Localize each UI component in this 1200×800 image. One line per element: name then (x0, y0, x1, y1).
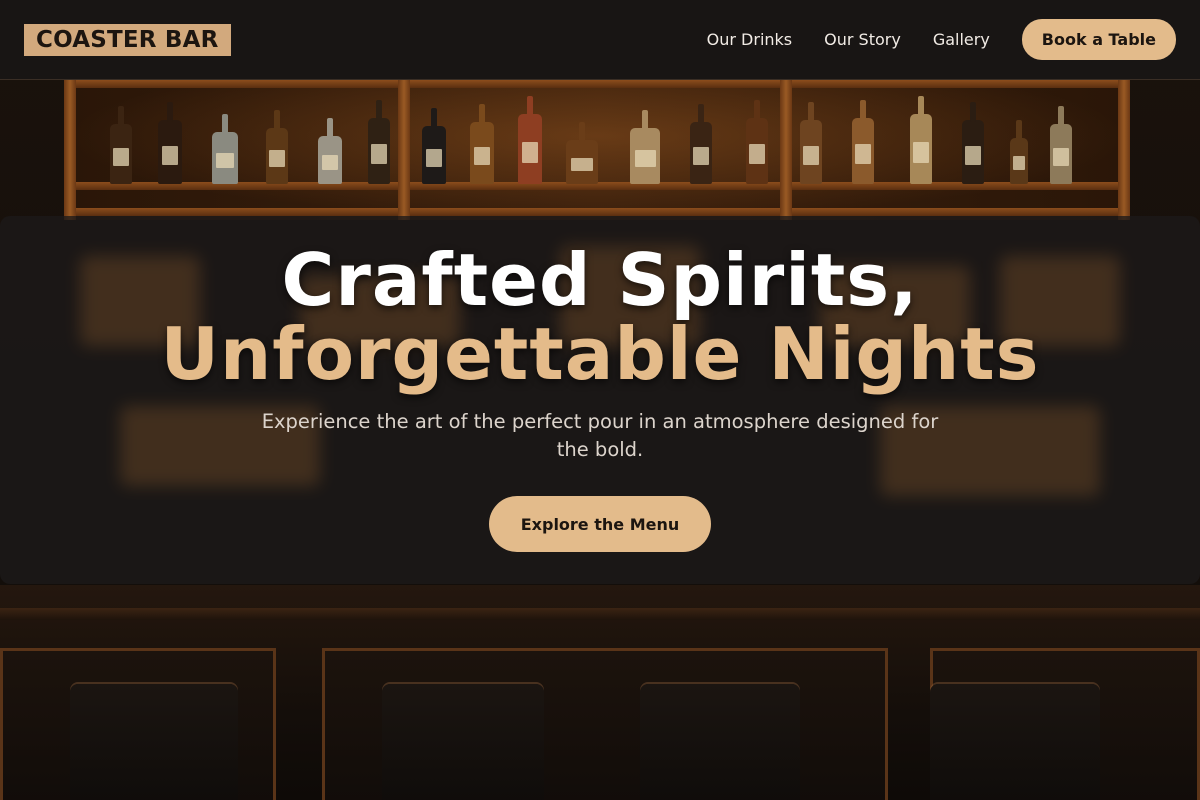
hero-title-line-2: Unforgettable Nights (160, 312, 1040, 396)
counter-edge (0, 608, 1200, 620)
shelf-post (64, 80, 76, 220)
top-navbar: COASTER BAR Our Drinks Our Story Gallery… (0, 0, 1200, 80)
nav-link-gallery[interactable]: Gallery (933, 30, 990, 49)
bottle (368, 118, 390, 184)
bottle (800, 120, 822, 184)
bottle (212, 132, 238, 184)
bottle (1050, 124, 1072, 184)
shelf-post (1118, 80, 1130, 220)
bottle (962, 120, 984, 184)
bottle (518, 114, 542, 184)
bar-stool (930, 684, 1100, 800)
bottle (422, 126, 446, 184)
bottle (690, 122, 712, 184)
bottle (910, 114, 932, 184)
bar-stool (640, 684, 800, 800)
shelf-frame-bottom (64, 208, 1130, 216)
nav-link-our-drinks[interactable]: Our Drinks (707, 30, 792, 49)
hero-subtitle: Experience the art of the perfect pour i… (261, 410, 939, 461)
bar-stool (382, 684, 544, 800)
site-logo[interactable]: COASTER BAR (24, 23, 231, 56)
hero-title-line-1: Crafted Spirits, (281, 238, 919, 322)
bottle (110, 124, 132, 184)
hero-panel: Crafted Spirits, Unforgettable Nights Ex… (0, 216, 1200, 584)
bottle (746, 118, 768, 184)
nav-link-our-story[interactable]: Our Story (824, 30, 901, 49)
bottle-row (100, 92, 1080, 184)
bottle (566, 140, 598, 184)
bottle (470, 122, 494, 184)
bottle (852, 118, 874, 184)
shelf-frame-top (64, 80, 1130, 88)
bottle (318, 136, 342, 184)
bottle (266, 128, 288, 184)
book-a-table-button[interactable]: Book a Table (1021, 19, 1176, 60)
bottle (1010, 138, 1028, 184)
explore-the-menu-button[interactable]: Explore the Menu (489, 496, 711, 552)
bottle (630, 128, 660, 184)
bar-stool (70, 684, 238, 800)
bottle (158, 120, 182, 184)
nav-links: Our Drinks Our Story Gallery Book a Tabl… (675, 19, 1176, 60)
